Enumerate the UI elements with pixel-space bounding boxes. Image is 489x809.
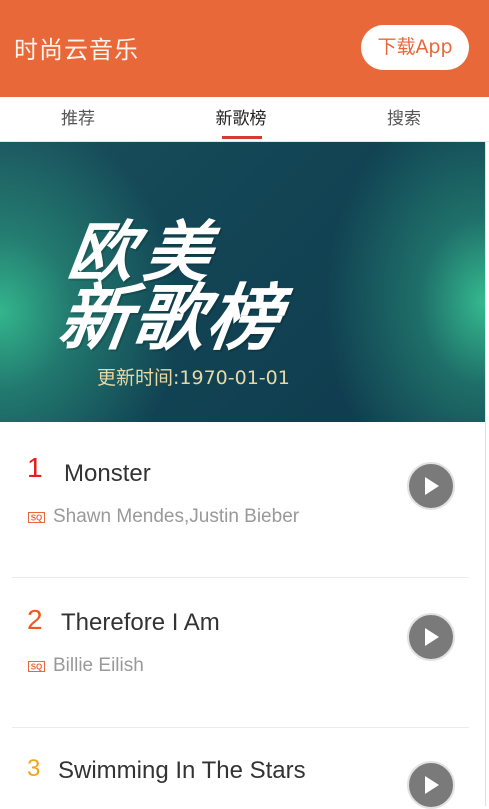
play-icon: [425, 628, 439, 646]
play-button[interactable]: [407, 462, 455, 510]
banner-title-line2: 新歌榜: [53, 276, 288, 360]
song-title: Therefore I Am: [61, 609, 220, 636]
tab-recommend[interactable]: 推荐: [28, 97, 128, 141]
banner-title: 欧美 新歌榜: [53, 214, 296, 360]
song-title: Swimming In The Stars: [58, 757, 306, 784]
sq-badge-icon: SQ: [28, 661, 45, 672]
tab-new-songs[interactable]: 新歌榜: [191, 97, 291, 141]
sq-badge-icon: SQ: [28, 512, 45, 523]
scroll-edge: [485, 142, 486, 806]
song-title: Monster: [64, 460, 151, 487]
tab-bar: 推荐 新歌榜 搜索: [0, 97, 489, 142]
svg-text:SQ: SQ: [31, 663, 43, 672]
song-rank: 3: [27, 755, 41, 782]
banner-update-time: 更新时间:1970-01-01: [97, 367, 290, 389]
play-button[interactable]: [407, 613, 455, 661]
song-rank: 2: [27, 604, 43, 635]
download-app-button[interactable]: 下载App: [361, 25, 469, 70]
song-artist: Shawn Mendes,Justin Bieber: [53, 506, 300, 527]
app-title: 时尚云音乐: [14, 36, 139, 64]
chart-banner: 欧美 新歌榜 更新时间:1970-01-01: [0, 142, 485, 422]
song-item[interactable]: 3 Swimming In The Stars: [12, 728, 469, 809]
play-button[interactable]: [407, 761, 455, 809]
song-rank: 1: [27, 452, 43, 483]
tab-search[interactable]: 搜索: [354, 97, 454, 141]
svg-text:SQ: SQ: [31, 514, 43, 523]
play-icon: [425, 477, 439, 495]
song-artist: Billie Eilish: [53, 655, 144, 676]
play-icon: [425, 776, 439, 794]
song-item[interactable]: 2 Therefore I Am SQ Billie Eilish: [12, 578, 469, 728]
app-header: 时尚云音乐 下载App: [0, 0, 489, 97]
song-item[interactable]: 1 Monster SQ Shawn Mendes,Justin Bieber: [12, 422, 469, 578]
active-tab-indicator: [222, 136, 262, 139]
